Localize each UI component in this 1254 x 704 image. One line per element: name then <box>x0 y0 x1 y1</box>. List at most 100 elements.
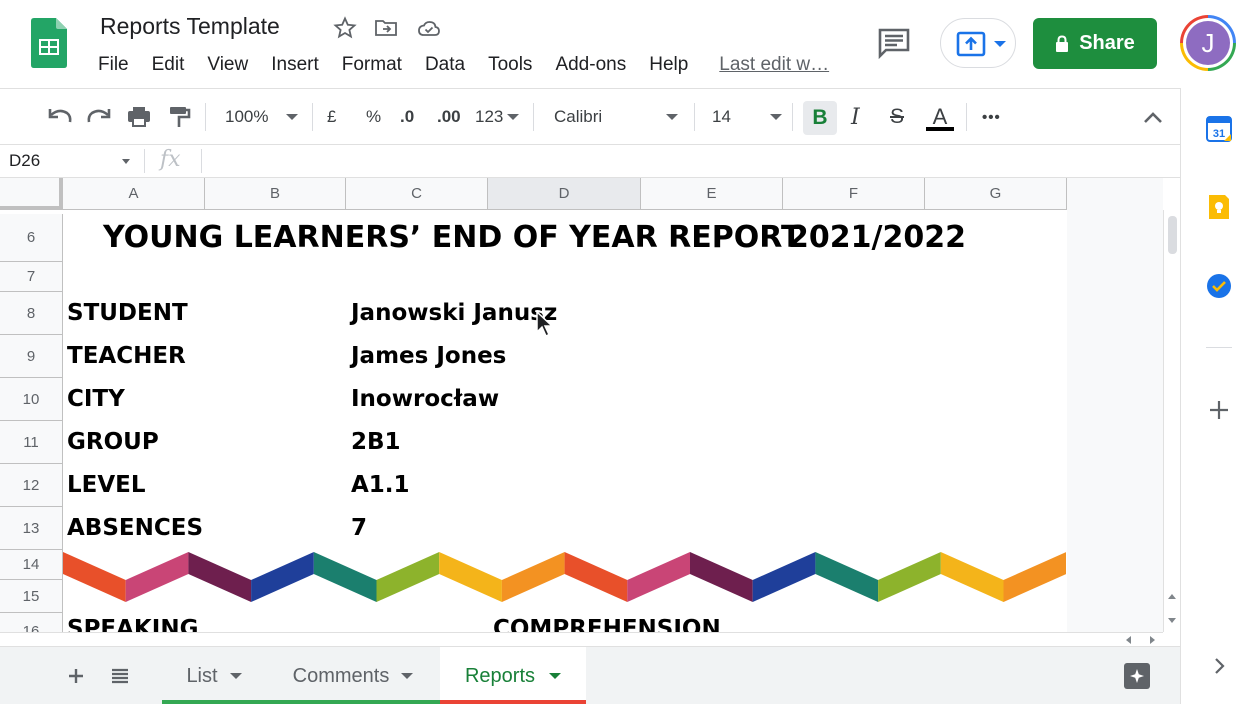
row-header-10[interactable]: 10 <box>0 378 63 421</box>
column-header-b[interactable]: B <box>205 178 346 210</box>
menu-tools[interactable]: Tools <box>488 54 532 76</box>
row-header-15[interactable]: 15 <box>0 580 63 613</box>
bold-button[interactable]: B <box>803 101 837 135</box>
format-currency-button[interactable]: £ <box>327 89 336 145</box>
star-icon[interactable] <box>333 16 357 40</box>
font-family-select[interactable]: Calibri <box>554 89 678 145</box>
undo-icon[interactable] <box>47 89 73 145</box>
sheet-tab-reports[interactable]: Reports <box>440 647 586 704</box>
document-title[interactable]: Reports Template <box>100 13 280 40</box>
sheets-logo-icon[interactable] <box>31 18 67 68</box>
last-edit-link[interactable]: Last edit w… <box>719 54 829 76</box>
present-button[interactable] <box>940 18 1016 68</box>
group-label[interactable]: GROUP <box>67 429 159 455</box>
tasks-icon[interactable] <box>1206 273 1232 299</box>
row-header-7[interactable]: 7 <box>0 262 63 292</box>
row-header-12[interactable]: 12 <box>0 464 63 507</box>
spreadsheet-grid[interactable]: A B C D E F G 6 7 8 9 10 11 12 13 14 15 … <box>0 178 1163 632</box>
show-side-panel-icon[interactable] <box>1206 653 1232 679</box>
group-value[interactable]: 2B1 <box>351 429 401 455</box>
redo-icon[interactable] <box>86 89 112 145</box>
row-header-9[interactable]: 9 <box>0 335 63 378</box>
column-header-c[interactable]: C <box>346 178 488 210</box>
comprehension-label[interactable]: COMPREHENSION <box>493 616 721 632</box>
more-formats-select[interactable]: 123 <box>475 89 520 145</box>
font-size-dropdown-icon <box>770 114 782 120</box>
column-header-e[interactable]: E <box>641 178 783 210</box>
menu-format[interactable]: Format <box>342 54 402 76</box>
column-header-g[interactable]: G <box>925 178 1067 210</box>
collapse-menu-icon[interactable] <box>1141 89 1165 145</box>
move-folder-icon[interactable] <box>374 16 398 40</box>
zoom-value: 100% <box>225 107 269 126</box>
level-label[interactable]: LEVEL <box>67 472 146 498</box>
format-percent-button[interactable]: % <box>366 89 381 145</box>
print-icon[interactable] <box>126 89 152 145</box>
absences-label[interactable]: ABSENCES <box>67 515 203 541</box>
formula-input[interactable] <box>210 147 1170 175</box>
select-all-corner[interactable] <box>0 178 63 210</box>
row-header-13[interactable]: 13 <box>0 507 63 550</box>
name-box[interactable]: D26 <box>9 151 40 171</box>
menu-edit[interactable]: Edit <box>152 54 185 76</box>
menu-data[interactable]: Data <box>425 54 465 76</box>
student-value[interactable]: Janowski Janusz <box>351 300 557 326</box>
city-value[interactable]: Inowrocław <box>351 386 499 412</box>
scroll-right-arrow-icon[interactable] <box>1150 636 1155 644</box>
student-label[interactable]: STUDENT <box>67 300 188 326</box>
row-header-8[interactable]: 8 <box>0 292 63 335</box>
zigzag-segment <box>815 552 879 602</box>
row-header-14[interactable]: 14 <box>0 550 63 580</box>
share-button[interactable]: Share <box>1033 18 1157 69</box>
zigzag-segment <box>188 552 252 602</box>
keep-icon[interactable] <box>1206 194 1232 220</box>
row-header-11[interactable]: 11 <box>0 421 63 464</box>
column-header-d[interactable]: D <box>488 178 641 210</box>
font-size-select[interactable]: 14 <box>712 89 782 145</box>
column-header-a[interactable]: A <box>63 178 205 210</box>
menu-add-ons[interactable]: Add-ons <box>555 54 626 76</box>
scroll-up-arrow-icon[interactable] <box>1168 594 1176 599</box>
get-add-ons-icon[interactable] <box>1206 397 1232 423</box>
text-color-button[interactable]: A <box>926 89 954 145</box>
all-sheets-icon[interactable] <box>110 666 130 686</box>
explore-button[interactable] <box>1124 663 1150 689</box>
paint-format-icon[interactable] <box>166 89 192 145</box>
column-header-f[interactable]: F <box>783 178 925 210</box>
menu-file[interactable]: File <box>98 54 129 76</box>
sheet-tab-list[interactable]: List <box>162 647 266 704</box>
increase-decimals-button[interactable]: .00 <box>437 89 461 145</box>
side-panel-divider <box>1206 347 1232 348</box>
strikethrough-button[interactable]: S <box>890 89 904 145</box>
row-header-16[interactable]: 16 <box>0 613 63 632</box>
horizontal-scrollbar[interactable] <box>0 632 1163 646</box>
row-header-6[interactable]: 6 <box>0 214 63 262</box>
add-sheet-icon[interactable] <box>66 666 86 686</box>
report-year[interactable]: 2021/2022 <box>788 220 966 255</box>
zoom-select[interactable]: 100% <box>225 89 299 145</box>
level-value[interactable]: A1.1 <box>351 472 410 498</box>
absences-value[interactable]: 7 <box>351 515 367 541</box>
city-label[interactable]: CITY <box>67 386 125 412</box>
decrease-decimals-button[interactable]: .0 <box>400 89 414 145</box>
name-box-dropdown-icon[interactable] <box>122 159 130 164</box>
italic-button[interactable]: I <box>851 89 860 145</box>
zigzag-banner-image[interactable] <box>63 548 1066 604</box>
vertical-scroll-thumb[interactable] <box>1168 216 1177 254</box>
sheet-tab-comments[interactable]: Comments <box>266 647 440 704</box>
calendar-icon[interactable]: 31 <box>1206 116 1232 142</box>
teacher-value[interactable]: James Jones <box>351 343 506 369</box>
speaking-label[interactable]: SPEAKING <box>67 616 198 632</box>
menu-view[interactable]: View <box>207 54 248 76</box>
menu-help[interactable]: Help <box>649 54 688 76</box>
account-avatar[interactable]: J <box>1180 15 1236 71</box>
comment-history-icon[interactable] <box>877 27 911 59</box>
scroll-left-arrow-icon[interactable] <box>1126 636 1131 644</box>
scroll-down-arrow-icon[interactable] <box>1168 618 1176 623</box>
teacher-label[interactable]: TEACHER <box>67 343 186 369</box>
menu-insert[interactable]: Insert <box>271 54 319 76</box>
report-title[interactable]: YOUNG LEARNERS’ END OF YEAR REPORT <box>103 220 801 255</box>
vertical-scrollbar[interactable] <box>1163 210 1180 632</box>
more-options-button[interactable]: ••• <box>982 89 1001 145</box>
cloud-saved-icon[interactable] <box>417 16 441 40</box>
